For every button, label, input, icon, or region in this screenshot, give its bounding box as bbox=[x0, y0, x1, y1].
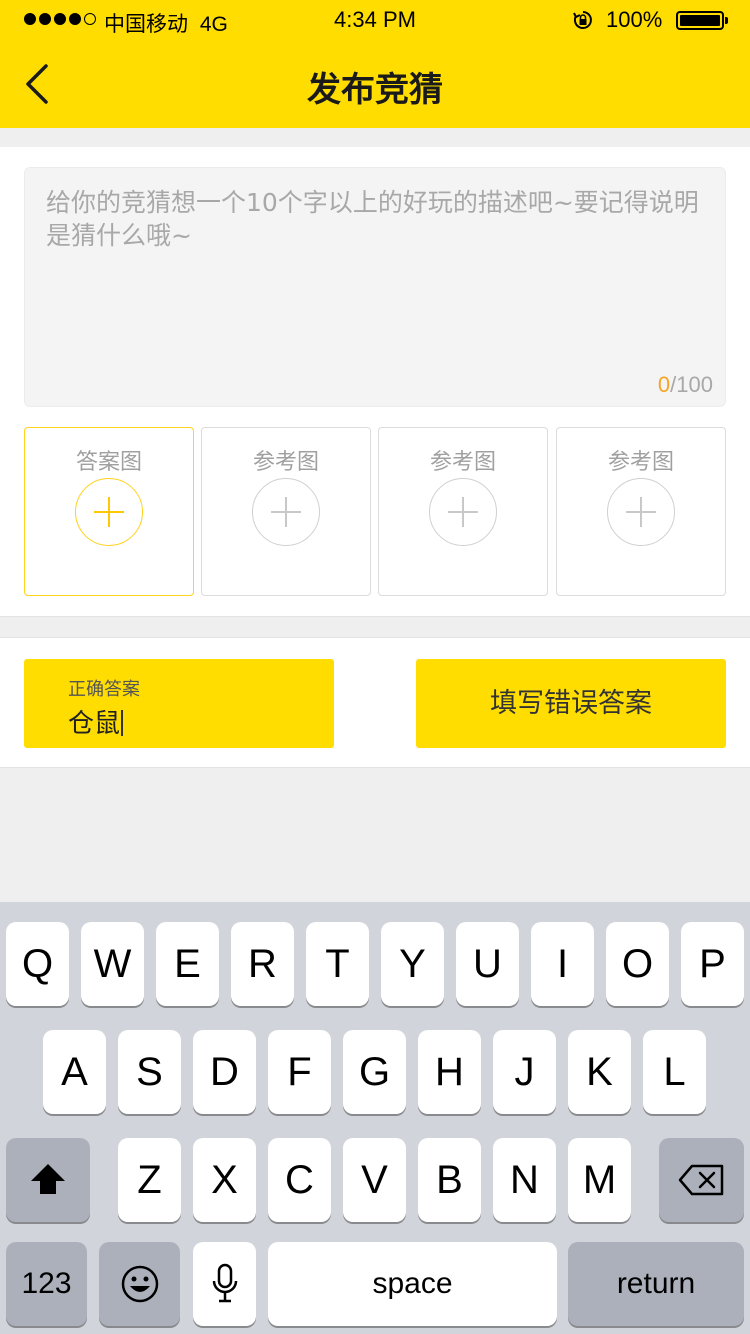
return-key[interactable]: return bbox=[568, 1242, 744, 1326]
emoji-key[interactable] bbox=[99, 1242, 180, 1326]
key-q[interactable]: Q bbox=[6, 922, 69, 1006]
key-i[interactable]: I bbox=[531, 922, 594, 1006]
answers-card: 正确答案 仓鼠 填写错误答案 bbox=[0, 637, 750, 768]
shift-key[interactable] bbox=[6, 1138, 90, 1222]
space-key[interactable]: space bbox=[268, 1242, 557, 1326]
add-wrong-answer-button[interactable]: 填写错误答案 bbox=[416, 659, 726, 748]
delete-key[interactable] bbox=[659, 1138, 744, 1222]
microphone-icon bbox=[212, 1263, 237, 1303]
answer-image-upload[interactable]: 答案图 bbox=[24, 427, 194, 596]
battery-icon bbox=[676, 11, 728, 30]
description-placeholder: 给你的竞猜想一个10个字以上的好玩的描述吧~要记得说明是猜什么哦~ bbox=[46, 188, 699, 250]
add-icon bbox=[607, 478, 675, 546]
tile-label: 参考图 bbox=[607, 450, 674, 475]
text-cursor bbox=[121, 710, 124, 736]
key-w[interactable]: W bbox=[81, 922, 144, 1006]
key-k[interactable]: K bbox=[568, 1030, 631, 1114]
add-icon bbox=[252, 478, 320, 546]
key-h[interactable]: H bbox=[418, 1030, 481, 1114]
key-j[interactable]: J bbox=[493, 1030, 556, 1114]
key-f[interactable]: F bbox=[268, 1030, 331, 1114]
key-v[interactable]: V bbox=[343, 1138, 406, 1222]
keyboard: Q W E R T Y U I O P A S D F G H J K L Z … bbox=[0, 902, 750, 1334]
character-count: 0 bbox=[657, 372, 671, 397]
correct-answer-label: 正确答案 bbox=[68, 679, 140, 700]
numbers-key[interactable]: 123 bbox=[6, 1242, 87, 1326]
tile-label: 答案图 bbox=[75, 450, 142, 475]
shift-icon bbox=[31, 1164, 65, 1194]
character-max: /100 bbox=[670, 372, 713, 397]
tile-label: 参考图 bbox=[429, 450, 496, 475]
page-title: 发布竞猜 bbox=[307, 70, 443, 110]
description-textarea[interactable]: 给你的竞猜想一个10个字以上的好玩的描述吧~要记得说明是猜什么哦~ 0/100 bbox=[24, 167, 726, 407]
add-icon bbox=[75, 478, 143, 546]
key-x[interactable]: X bbox=[193, 1138, 256, 1222]
post-content-card: 给你的竞猜想一个10个字以上的好玩的描述吧~要记得说明是猜什么哦~ 0/100 … bbox=[0, 147, 750, 617]
key-d[interactable]: D bbox=[193, 1030, 256, 1114]
character-counter: 0/100 bbox=[658, 372, 713, 398]
key-a[interactable]: A bbox=[43, 1030, 106, 1114]
navigation-bar: 发布竞猜 bbox=[0, 40, 750, 128]
reference-image-upload-1[interactable]: 参考图 bbox=[201, 427, 371, 596]
emoji-icon bbox=[121, 1265, 158, 1303]
add-icon bbox=[429, 478, 497, 546]
key-p[interactable]: P bbox=[681, 922, 744, 1006]
key-b[interactable]: B bbox=[418, 1138, 481, 1222]
key-o[interactable]: O bbox=[606, 922, 669, 1006]
correct-answer-value: 仓鼠 bbox=[68, 709, 121, 739]
key-m[interactable]: M bbox=[568, 1138, 631, 1222]
reference-image-upload-2[interactable]: 参考图 bbox=[378, 427, 548, 596]
key-e[interactable]: E bbox=[156, 922, 219, 1006]
key-c[interactable]: C bbox=[268, 1138, 331, 1222]
battery-percentage: 100% bbox=[606, 7, 663, 32]
dictation-key[interactable] bbox=[193, 1242, 256, 1326]
status-bar: 中国移动 4G 4:34 PM 100% bbox=[0, 0, 750, 40]
key-t[interactable]: T bbox=[306, 922, 369, 1006]
key-s[interactable]: S bbox=[118, 1030, 181, 1114]
backspace-icon bbox=[678, 1164, 723, 1196]
key-n[interactable]: N bbox=[493, 1138, 556, 1222]
key-l[interactable]: L bbox=[643, 1030, 706, 1114]
rotation-lock-icon bbox=[573, 11, 592, 29]
key-u[interactable]: U bbox=[456, 922, 519, 1006]
key-y[interactable]: Y bbox=[381, 922, 444, 1006]
correct-answer-field[interactable]: 正确答案 仓鼠 bbox=[24, 659, 334, 748]
key-z[interactable]: Z bbox=[118, 1138, 181, 1222]
tile-label: 参考图 bbox=[252, 450, 319, 475]
reference-image-upload-3[interactable]: 参考图 bbox=[556, 427, 726, 596]
key-g[interactable]: G bbox=[343, 1030, 406, 1114]
key-r[interactable]: R bbox=[231, 922, 294, 1006]
